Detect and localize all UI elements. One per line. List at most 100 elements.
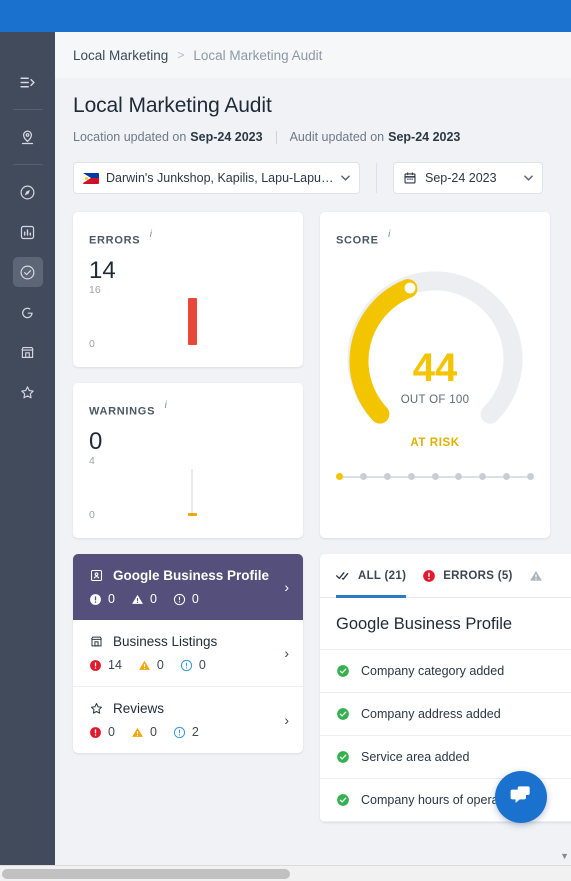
timeline-line	[438, 475, 456, 478]
error-circle-icon	[89, 726, 102, 739]
location-select[interactable]: Darwin's Junkshop, Kapilis, Lapu-Lapu,..…	[73, 162, 360, 194]
chevron-right-icon: ›	[284, 712, 289, 728]
chat-bubble-button[interactable]	[495, 771, 547, 823]
notice-circle-icon	[173, 593, 186, 606]
checklist-item[interactable]: Company category added	[320, 650, 571, 693]
warnings-card-chart: 4 0	[89, 455, 287, 521]
errors-stat: 0	[89, 592, 115, 606]
location-select-value: Darwin's Junkshop, Kapilis, Lapu-Lapu,..…	[106, 171, 334, 185]
profile-card-icon	[89, 568, 104, 583]
checklist-item[interactable]: Company address added	[320, 693, 571, 736]
errors-bar	[187, 298, 197, 345]
top-app-bar	[0, 0, 571, 32]
horizontal-scrollbar-thumb[interactable]	[2, 869, 290, 879]
timeline-dot[interactable]	[503, 473, 511, 480]
location-updated-value: Sep-24 2023	[190, 130, 263, 144]
timeline-dot[interactable]	[407, 473, 415, 480]
page-meta: Location updated on Sep-24 2023 Audit up…	[73, 130, 553, 144]
warnings-count: 0	[156, 658, 164, 672]
score-card-label: SCORE	[336, 234, 379, 247]
list-item-label: Reviews	[113, 701, 165, 716]
warning-triangle-icon	[529, 569, 543, 583]
warnings-card-value: 0	[89, 428, 103, 456]
timeline-dot[interactable]	[431, 473, 439, 480]
tab-all[interactable]: ALL (21)	[336, 554, 406, 598]
errors-stat: 0	[89, 725, 115, 739]
notices-stat: 0	[173, 592, 199, 606]
audit-updated-value: Sep-24 2023	[388, 130, 461, 144]
sidebar-divider-1	[12, 109, 43, 110]
score-timeline-dots[interactable]	[336, 473, 534, 480]
page-title: Local Marketing Audit	[73, 94, 272, 117]
info-icon[interactable]: i	[165, 400, 167, 411]
filters-bar: Darwin's Junkshop, Kapilis, Lapu-Lapu,..…	[55, 144, 571, 194]
timeline-dot[interactable]	[479, 473, 487, 480]
notices-count: 0	[198, 658, 206, 672]
warnings-stat: 0	[131, 592, 157, 606]
errors-bar-track	[187, 298, 197, 345]
timeline-line	[343, 475, 360, 478]
sidebar-divider-2	[12, 164, 43, 165]
notices-count: 2	[191, 725, 199, 739]
breadcrumb-separator-icon: >	[177, 48, 185, 62]
left-sidebar	[0, 32, 55, 865]
pass-check-icon	[336, 750, 350, 764]
info-icon[interactable]: i	[388, 229, 390, 240]
breadcrumb-parent[interactable]: Local Marketing	[73, 48, 168, 63]
score-value: 44	[412, 346, 458, 391]
check-circle-icon[interactable]	[12, 257, 43, 287]
warnings-count: 0	[149, 592, 157, 606]
error-circle-icon	[89, 659, 102, 672]
errors-stat: 14	[89, 658, 122, 672]
collapse-menu-icon[interactable]	[13, 67, 43, 97]
tab-errors[interactable]: ERRORS (5)	[422, 554, 512, 598]
tab-warnings[interactable]	[529, 554, 550, 598]
timeline-dot[interactable]	[359, 473, 367, 480]
list-item-label: Business Listings	[113, 634, 218, 649]
audit-updated-label: Audit updated on	[289, 130, 385, 144]
philippines-flag-icon	[83, 172, 99, 184]
location-pin-icon[interactable]	[13, 122, 43, 152]
timeline-dot[interactable]	[455, 473, 463, 480]
profile-list-card: Google Business Profile 0 0 0 › Business…	[73, 554, 303, 753]
checklist-item-label: Company category added	[361, 664, 505, 678]
score-gauge: 44 OUT OF 100 AT RISK	[337, 262, 533, 449]
list-item-google-business-profile[interactable]: Google Business Profile 0 0 0 ›	[73, 554, 303, 620]
store-icon[interactable]	[13, 337, 43, 367]
checklist-item[interactable]: Service area added	[320, 736, 571, 779]
notices-stat: 2	[173, 725, 199, 739]
error-circle-icon	[89, 593, 102, 606]
main-content: Local Marketing > Local Marketing Audit …	[55, 32, 571, 865]
compass-icon[interactable]	[13, 177, 43, 207]
list-item-reviews[interactable]: Reviews 0 0 2 ›	[73, 687, 303, 753]
errors-card-label: ERRORS	[89, 234, 141, 247]
timeline-dot[interactable]	[383, 473, 391, 480]
list-item-stats: 0 0	[89, 592, 273, 606]
errors-count: 14	[108, 658, 122, 672]
breadcrumb: Local Marketing > Local Marketing Audit	[55, 32, 571, 78]
bar-chart-icon[interactable]	[13, 217, 43, 247]
warnings-axis-min: 0	[89, 509, 95, 521]
date-select[interactable]: Sep-24 2023	[393, 162, 543, 194]
star-icon[interactable]	[13, 377, 43, 407]
g-circle-icon[interactable]	[13, 297, 43, 327]
list-item-business-listings[interactable]: Business Listings 14 0 0 ›	[73, 620, 303, 687]
tab-all-label: ALL (21)	[358, 569, 407, 582]
list-item-stats: 0 0	[89, 725, 273, 739]
timeline-dot[interactable]	[527, 473, 534, 480]
calendar-icon	[403, 171, 417, 185]
errors-count: 0	[108, 592, 115, 606]
chevron-right-icon: ›	[284, 645, 289, 661]
notice-circle-icon	[180, 659, 193, 672]
horizontal-scrollbar[interactable]	[0, 865, 571, 881]
left-column: ERRORS i 14 16 0 WARNINGS i 0 4 0 Google…	[73, 212, 303, 822]
info-icon[interactable]: i	[150, 229, 152, 240]
scroll-down-arrow-icon[interactable]: ▼	[560, 851, 569, 861]
warnings-card-header: WARNINGS i	[89, 400, 287, 419]
timeline-line	[486, 475, 504, 478]
errors-card-header: ERRORS i	[89, 229, 287, 248]
timeline-dot[interactable]	[336, 473, 343, 480]
warnings-card: WARNINGS i 0 4 0	[73, 383, 303, 538]
timeline-line	[366, 475, 384, 478]
errors-card-chart: 16 0	[89, 284, 287, 350]
